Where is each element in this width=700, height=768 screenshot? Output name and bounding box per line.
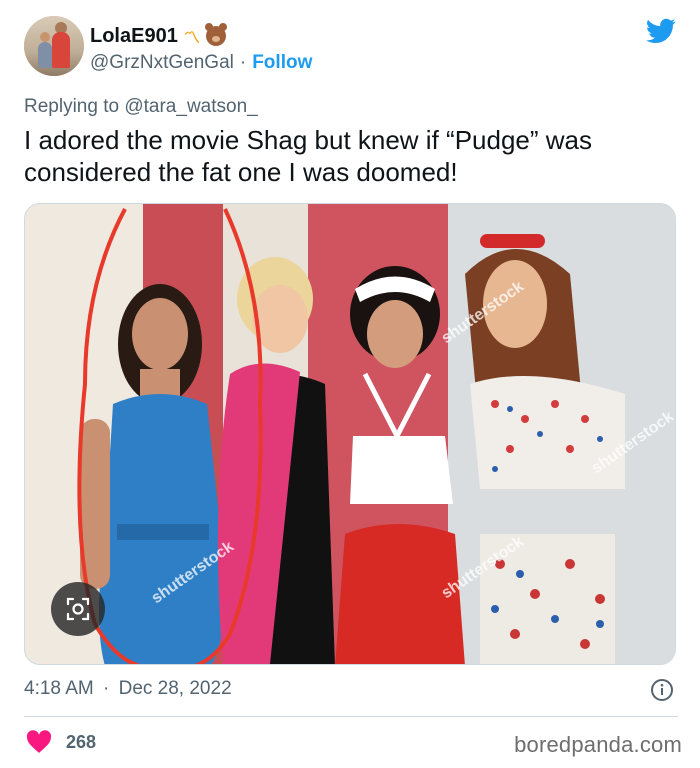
replying-to-prefix: Replying to [24, 96, 120, 117]
info-icon[interactable] [650, 678, 674, 702]
lens-icon [66, 597, 90, 621]
author-handle[interactable]: @GrzNxtGenGal [90, 52, 234, 74]
replying-to: Replying to @tara_watson_ [24, 96, 258, 118]
meta-separator: · [103, 678, 110, 699]
avatar[interactable] [24, 16, 84, 76]
tweet-timestamp[interactable]: 4:18 AM · Dec 28, 2022 [24, 678, 232, 700]
like-action[interactable]: 268 [26, 730, 96, 754]
brand-watermark: boredpanda.com [514, 732, 682, 757]
like-count: 268 [66, 731, 97, 752]
tweet-header: LolaE901 〽 @GrzNxtGenGal · Follow [24, 16, 680, 80]
follow-button[interactable]: Follow [252, 52, 312, 74]
heart-icon[interactable] [26, 730, 52, 754]
tweet-date: Dec 28, 2022 [118, 678, 232, 699]
m-emoji-icon: 〽 [183, 30, 200, 47]
photo-figures [77, 208, 625, 664]
author-handle-row: @GrzNxtGenGal · Follow [90, 52, 312, 74]
lens-button[interactable] [51, 582, 105, 636]
tweet-text: I adored the movie Shag but knew if “Pud… [24, 125, 592, 187]
reply-mention-link[interactable]: @tara_watson_ [124, 96, 257, 117]
author-display-name[interactable]: LolaE901 [90, 25, 178, 48]
author-name-row[interactable]: LolaE901 〽 [90, 23, 227, 48]
twitter-bird-icon[interactable] [646, 18, 676, 44]
handle-separator: · [239, 52, 247, 73]
bear-emoji-icon [204, 23, 227, 46]
divider [24, 716, 678, 717]
tweet-photo[interactable]: shutterstock shutterstock shutterstock s… [24, 203, 676, 665]
tweet-time: 4:18 AM [24, 678, 94, 699]
